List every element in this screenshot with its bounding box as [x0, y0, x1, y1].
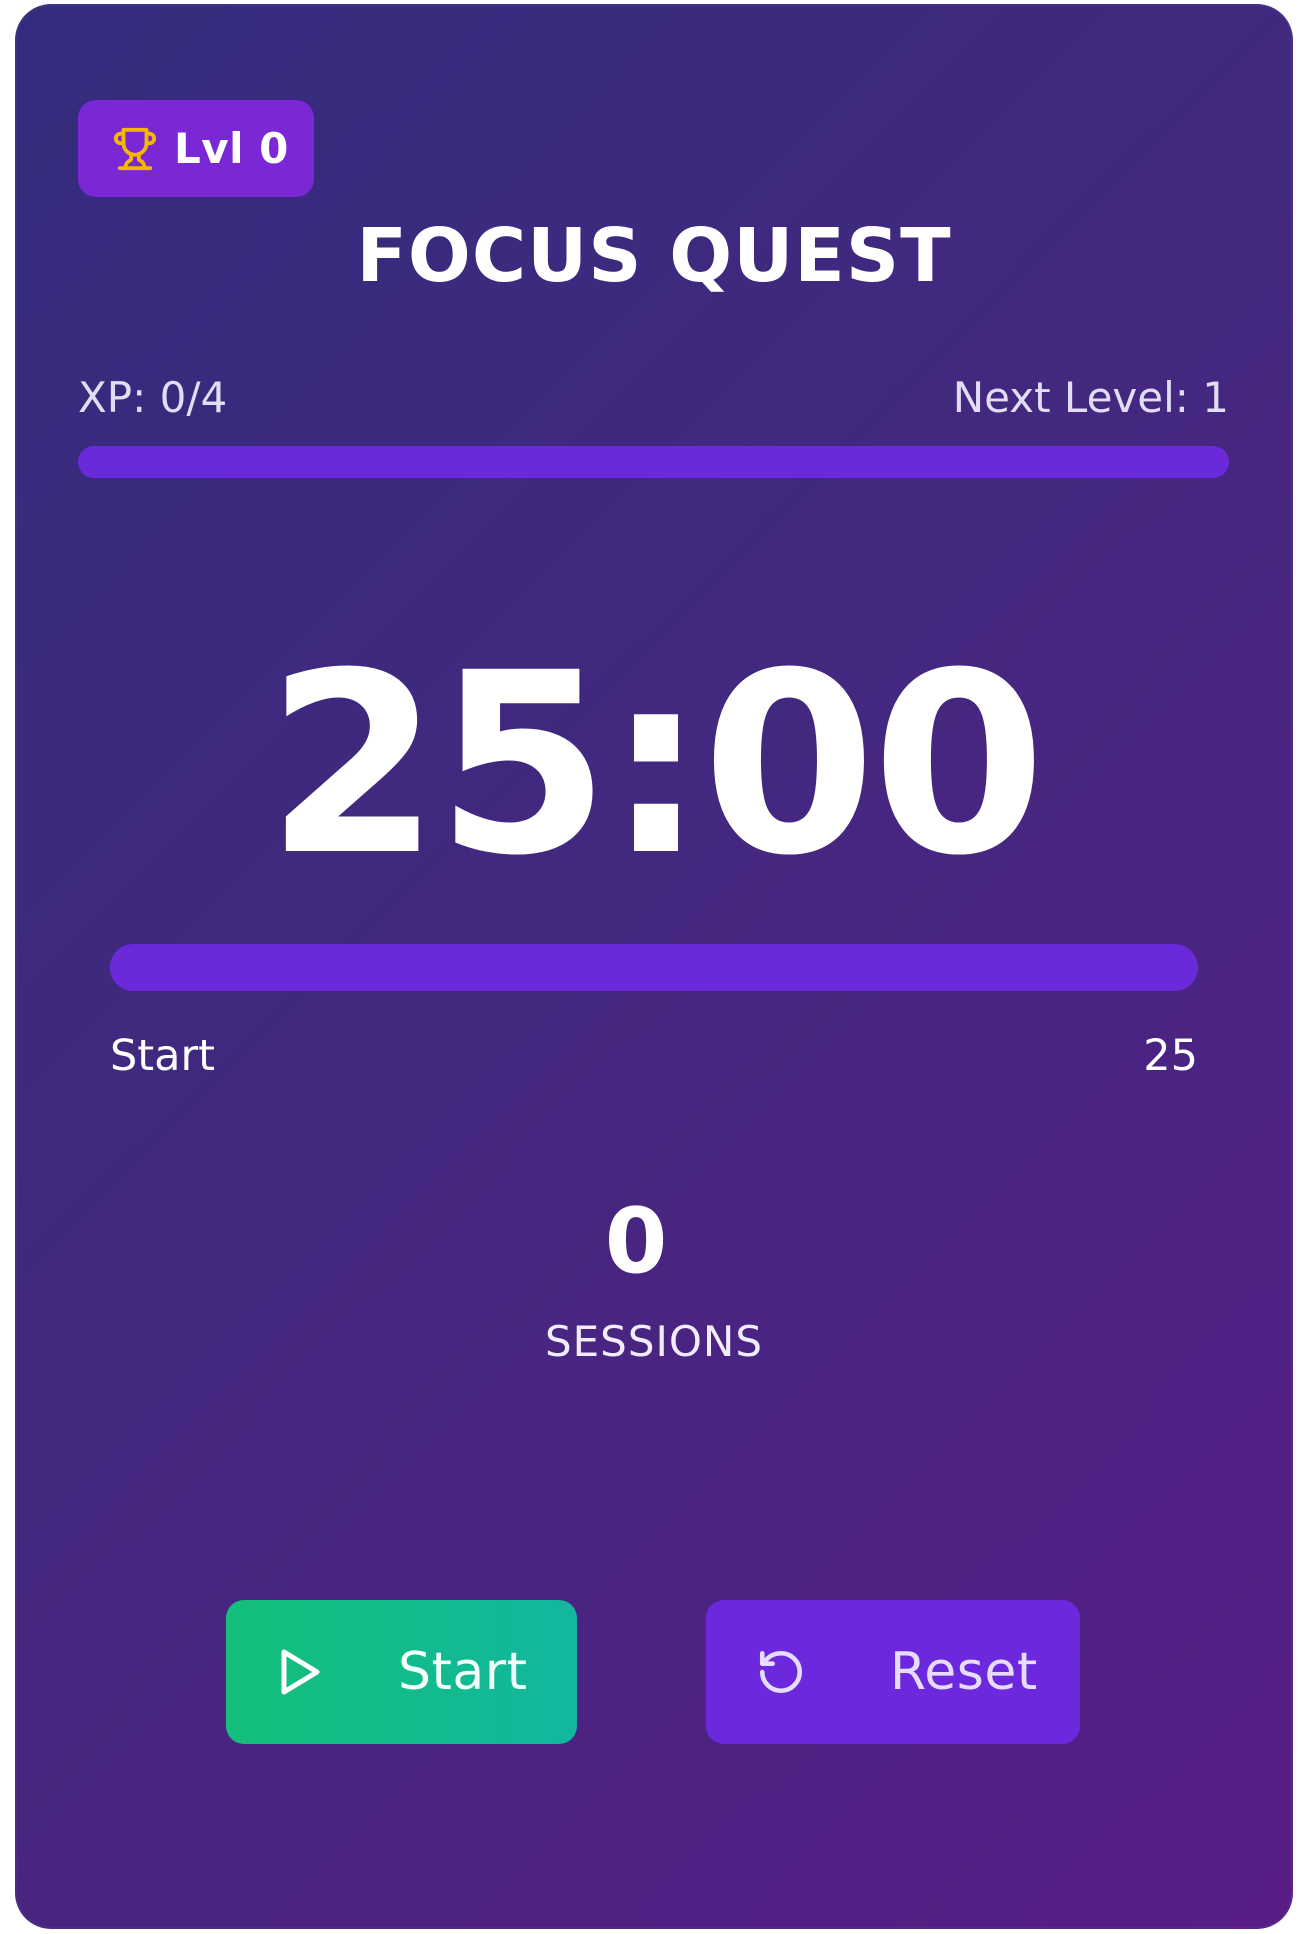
- timer-display: 25:00: [266, 619, 1046, 910]
- level-badge: Lvl 0: [78, 100, 314, 197]
- sessions-count: 0: [604, 1189, 668, 1294]
- reset-button-label: Reset: [890, 1642, 1038, 1702]
- range-end-label: 25: [1143, 1031, 1198, 1081]
- next-level-label: Next Level: 1: [952, 373, 1229, 422]
- reset-button[interactable]: Reset: [706, 1600, 1080, 1744]
- app-title: FOCUS QUEST: [356, 213, 952, 299]
- rotate-ccw-icon: [756, 1647, 806, 1697]
- start-button[interactable]: Start: [226, 1600, 577, 1744]
- play-icon: [278, 1647, 322, 1697]
- xp-row: XP: 0/4 Next Level: 1: [78, 368, 1229, 428]
- range-start-label: Start: [110, 1031, 216, 1081]
- start-button-label: Start: [398, 1642, 528, 1702]
- timer-progress-bar: [110, 944, 1198, 991]
- focus-quest-card: Lvl 0 FOCUS QUEST XP: 0/4 Next Level: 1 …: [15, 4, 1293, 1929]
- timer-range-row: Start 25: [110, 1026, 1198, 1086]
- xp-label: XP: 0/4: [78, 373, 228, 422]
- level-text: Lvl 0: [174, 124, 289, 173]
- xp-progress-bar: [78, 446, 1229, 478]
- trophy-icon: [112, 125, 158, 173]
- sessions-label: SESSIONS: [544, 1317, 764, 1366]
